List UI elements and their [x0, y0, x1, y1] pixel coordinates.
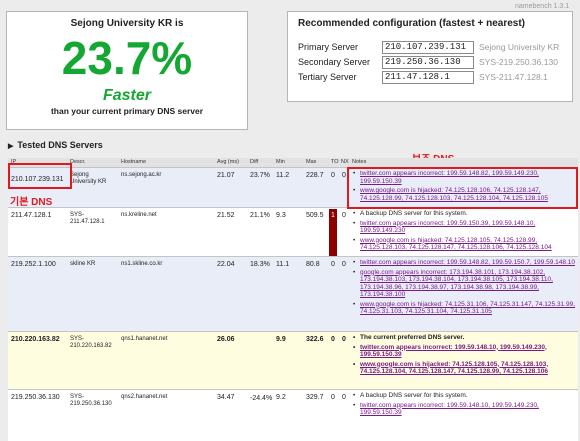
- primary-dns-annotation: 기본 DNS: [10, 197, 53, 208]
- speedup-percent: 23.7%: [61, 32, 193, 84]
- cell-to: 0: [331, 394, 335, 401]
- expand-triangle-icon: ▶: [8, 143, 14, 150]
- note-link[interactable]: twitter.com appears incorrect: 199.59.14…: [360, 259, 575, 267]
- cell-min: 9.3: [276, 212, 286, 219]
- cell-avg: 26.06: [217, 336, 235, 343]
- cell-ip: 219.252.1.100: [11, 261, 56, 268]
- note-link[interactable]: google.com appears incorrect: 173.194.38…: [360, 269, 577, 299]
- cell-descr: SYS-210.220.163.82: [70, 336, 112, 349]
- secondary-server-ip[interactable]: 219.250.36.130: [382, 56, 474, 69]
- table-header: IP Descr. Hostname Avg (ms) Diff Min Max…: [8, 158, 578, 167]
- summary-subtitle: than your current primary DNS server: [50, 106, 204, 116]
- header-notes: Notes: [352, 159, 367, 165]
- cell-nx: 0: [342, 394, 346, 401]
- secondary-server-name: SYS-219.250.36.130: [479, 57, 558, 67]
- cell-descr: skline KR: [70, 261, 96, 267]
- cell-notes: • A backup DNS server for this system. • t…: [353, 392, 577, 419]
- note-link[interactable]: www.google.com is hijacked: 74.125.128.1…: [360, 361, 577, 376]
- header-to: TO: [331, 159, 339, 165]
- cell-ip: 211.47.128.1: [11, 212, 52, 219]
- cell-max: 80.8: [306, 261, 320, 268]
- secondary-server-label: Secondary Server: [298, 57, 371, 67]
- primary-server-label: Primary Server: [298, 42, 359, 52]
- dns-results-table: IP Descr. Hostname Avg (ms) Diff Min Max…: [8, 158, 578, 441]
- tested-servers-toggle[interactable]: ▶ Tested DNS Servers: [8, 140, 103, 150]
- cell-notes: • The current preferred DNS server. • twit…: [353, 334, 577, 378]
- tested-servers-heading: Tested DNS Servers: [17, 140, 103, 150]
- cell-max: 322.6: [306, 336, 324, 343]
- cell-min: 11.1: [276, 261, 290, 268]
- cell-nx: 0: [342, 172, 346, 179]
- cell-max: 509.5: [306, 212, 324, 219]
- cell-nx: 0: [342, 212, 346, 219]
- secondary-dns-highlight: [347, 167, 578, 209]
- cell-ip: 219.250.36.130: [11, 394, 60, 401]
- cell-max: 329.7: [306, 394, 324, 401]
- cell-avg: 21.07: [217, 172, 235, 179]
- cell-diff: 21.1%: [250, 212, 270, 219]
- cell-nx: 0: [342, 336, 346, 343]
- cell-hostname: ns.sejong.ac.kr: [121, 172, 162, 178]
- cell-notes: • twitter.com appears incorrect: 199.59.1…: [353, 259, 577, 316]
- primary-server-name: Sejong University KR: [479, 42, 560, 52]
- faster-label: Faster: [102, 87, 152, 104]
- cell-avg: 22.04: [217, 261, 235, 268]
- cell-hostname: qns2.hananet.net: [121, 394, 168, 400]
- cell-hostname: ns.kreline.net: [121, 212, 157, 218]
- note-link[interactable]: www.google.com is hijacked: 74.125.31.10…: [360, 301, 577, 316]
- cell-min: 9.9: [276, 336, 286, 343]
- cell-to: 0: [331, 336, 335, 343]
- tertiary-server-label: Tertiary Server: [298, 72, 357, 82]
- cell-to: 0: [331, 172, 335, 179]
- cell-descr: SYS-219.250.36.130: [70, 394, 112, 407]
- summary-title: Sejong University KR is: [70, 18, 184, 29]
- cell-hostname: qns1.hananet.net: [121, 336, 168, 342]
- cell-to: 0: [331, 261, 335, 268]
- note-text: A backup DNS server for this system.: [360, 392, 468, 399]
- note-link[interactable]: twitter.com appears incorrect: 199.59.15…: [360, 220, 577, 235]
- header-descr: Descr.: [70, 159, 86, 165]
- cell-max: 228.7: [306, 172, 324, 179]
- recommended-config-panel: Recommended configuration (fastest + nea…: [287, 11, 573, 102]
- header-max: Max: [306, 159, 317, 165]
- cell-to: 1: [331, 212, 335, 219]
- cell-min: 9.2: [276, 394, 286, 401]
- app-version-label: namebench 1.3.1: [515, 3, 570, 10]
- header-hostname: Hostname: [121, 159, 147, 165]
- primary-server-ip[interactable]: 210.107.239.131: [382, 41, 474, 54]
- summary-panel: Sejong University KR is 23.7% Faster tha…: [6, 11, 248, 130]
- primary-dns-highlight: [8, 163, 72, 189]
- note-text: The current preferred DNS server.: [360, 334, 465, 341]
- note-link[interactable]: twitter.com appears incorrect: 199.59.14…: [360, 402, 577, 417]
- table-row[interactable]: 219.250.36.130 SYS-219.250.36.130 qns2.h…: [8, 389, 578, 441]
- cell-min: 11.2: [276, 172, 290, 179]
- header-nx: NX: [341, 159, 349, 165]
- note-link[interactable]: www.google.com is hijacked: 74.125.128.1…: [360, 237, 577, 252]
- cell-nx: 0: [342, 261, 346, 268]
- tertiary-server-ip[interactable]: 211.47.128.1: [382, 71, 474, 84]
- cell-notes: • A backup DNS server for this system. • t…: [353, 210, 577, 254]
- cell-avg: 21.52: [217, 212, 235, 219]
- cell-hostname: ns1.skline.co.kr: [121, 261, 163, 267]
- header-min: Min: [276, 159, 285, 165]
- note-text: A backup DNS server for this system.: [360, 210, 468, 217]
- cell-descr: Sejong University KR: [70, 172, 107, 185]
- note-link[interactable]: twitter.com appears incorrect: 199.59.14…: [360, 344, 577, 359]
- cell-diff: 18.3%: [250, 261, 270, 268]
- cell-avg: 34.47: [217, 394, 235, 401]
- table-row[interactable]: 211.47.128.1 SYS-211.47.128.1 ns.kreline…: [8, 207, 578, 265]
- cell-diff: 23.7%: [250, 172, 270, 179]
- header-diff: Diff: [250, 159, 259, 165]
- cell-diff: -24.4%: [250, 395, 273, 402]
- recommended-title: Recommended configuration (fastest + nea…: [298, 18, 525, 29]
- table-row[interactable]: 219.252.1.100 skline KR ns1.skline.co.kr…: [8, 256, 578, 332]
- header-avg: Avg (ms): [217, 159, 239, 165]
- table-row-current-preferred[interactable]: 210.220.163.82 SYS-210.220.163.82 qns1.h…: [8, 331, 578, 390]
- cell-ip: 210.220.163.82: [11, 336, 60, 343]
- cell-descr: SYS-211.47.128.1: [70, 212, 105, 225]
- tertiary-server-name: SYS-211.47.128.1: [479, 72, 548, 82]
